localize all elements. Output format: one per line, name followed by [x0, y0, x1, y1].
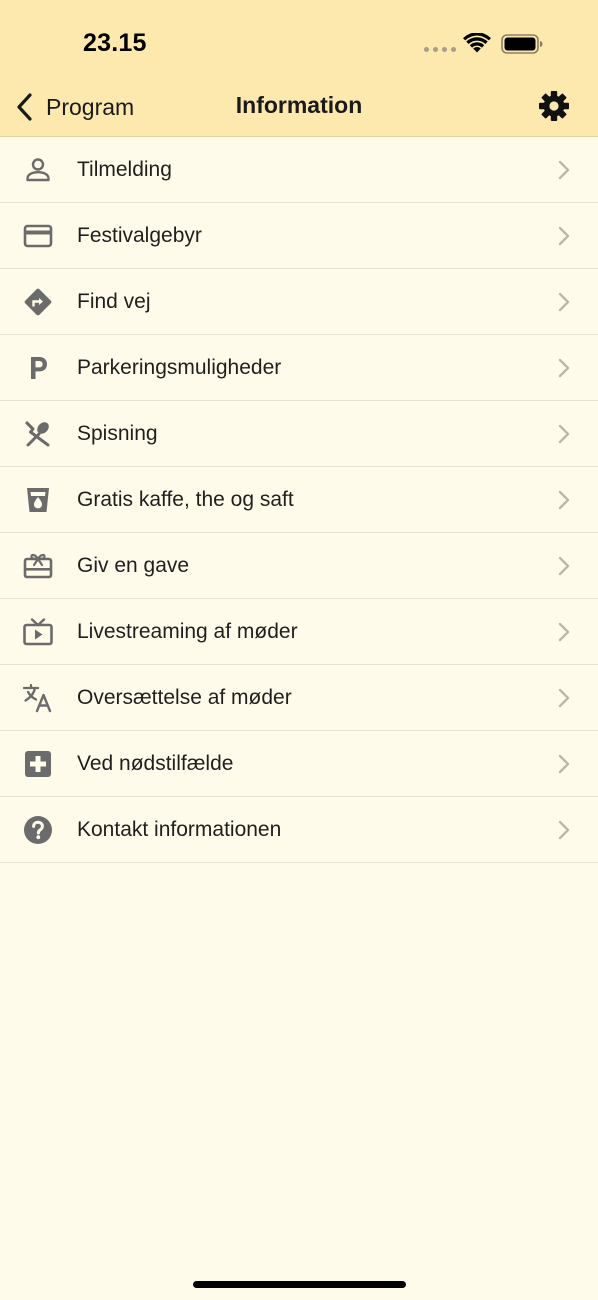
list-item-tilmelding[interactable]: Tilmelding [0, 137, 598, 203]
chevron-right-icon [558, 292, 570, 311]
list-item-gratis-kaffe[interactable]: Gratis kaffe, the og saft [0, 467, 598, 533]
wifi-icon [463, 33, 491, 53]
list-item-label: Kontakt informationen [77, 817, 282, 841]
help-circle-icon [22, 814, 54, 846]
signal-dots-icon [424, 47, 456, 53]
list-item-livestreaming[interactable]: Livestreaming af møder [0, 599, 598, 665]
list-item-giv-en-gave[interactable]: Giv en gave [0, 533, 598, 599]
list-item-find-vej[interactable]: Find vej [0, 269, 598, 335]
chevron-right-icon [558, 160, 570, 179]
list-item-label: Livestreaming af møder [77, 619, 298, 643]
info-list: Tilmelding Festivalgebyr Find vej Parker… [0, 137, 598, 863]
chevron-right-icon [558, 358, 570, 377]
list-item-label: Ved nødstilfælde [77, 751, 234, 775]
list-item-label: Find vej [77, 289, 151, 313]
list-item-kontakt[interactable]: Kontakt informationen [0, 797, 598, 863]
first-aid-icon [22, 748, 54, 780]
status-time: 23.15 [83, 29, 147, 57]
battery-icon [501, 34, 543, 54]
list-item-label: Spisning [77, 421, 158, 445]
list-item-label: Festivalgebyr [77, 223, 202, 247]
list-item-nodstilfaelde[interactable]: Ved nødstilfælde [0, 731, 598, 797]
person-icon [22, 154, 54, 186]
list-item-label: Oversættelse af møder [77, 685, 292, 709]
home-indicator[interactable] [193, 1281, 406, 1288]
chevron-right-icon [558, 820, 570, 839]
list-item-label: Parkeringsmuligheder [77, 355, 282, 379]
list-item-label: Giv en gave [77, 553, 190, 577]
credit-card-icon [22, 220, 54, 252]
utensils-icon [22, 418, 54, 450]
header-bar: 23.15 Program Information [0, 0, 598, 137]
chevron-right-icon [558, 556, 570, 575]
chevron-right-icon [558, 688, 570, 707]
tv-play-icon [22, 616, 54, 648]
gear-icon[interactable] [538, 90, 570, 122]
drink-cup-icon [22, 484, 54, 516]
chevron-right-icon [558, 754, 570, 773]
translate-icon [22, 682, 54, 714]
directions-icon [22, 286, 54, 318]
chevron-right-icon [558, 622, 570, 641]
gift-card-icon [22, 550, 54, 582]
list-item-label: Gratis kaffe, the og saft [77, 487, 294, 511]
list-item-oversaettelse[interactable]: Oversættelse af møder [0, 665, 598, 731]
list-item-label: Tilmelding [77, 157, 172, 181]
list-item-parkeringsmuligheder[interactable]: Parkeringsmuligheder [0, 335, 598, 401]
list-item-festivalgebyr[interactable]: Festivalgebyr [0, 203, 598, 269]
chevron-right-icon [558, 490, 570, 509]
list-item-spisning[interactable]: Spisning [0, 401, 598, 467]
parking-icon [22, 352, 54, 384]
chevron-right-icon [558, 226, 570, 245]
chevron-right-icon [558, 424, 570, 443]
page-title: Information [235, 92, 363, 118]
